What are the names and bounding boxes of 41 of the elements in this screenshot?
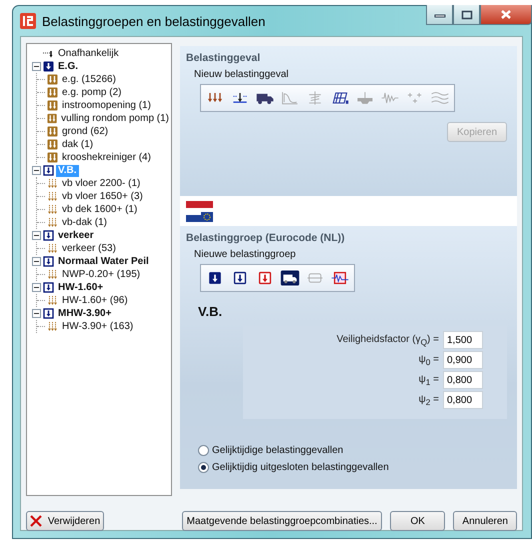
tree-item[interactable]: HW-1.60+ bbox=[56, 282, 106, 294]
dialog-button[interactable]: Maatgevende belastinggroepcombinaties... bbox=[182, 511, 382, 531]
tree-item[interactable]: Normaal Water Peil bbox=[56, 256, 151, 268]
tree-item[interactable]: instroomopening (1) bbox=[60, 100, 153, 112]
tree-item[interactable]: e.g. pomp (2) bbox=[60, 86, 124, 98]
section-title: Belastinggeval bbox=[186, 52, 262, 64]
tree-item[interactable]: vb vloer 2200- (1) bbox=[60, 178, 142, 190]
tree-item[interactable]: e.g. (15266) bbox=[60, 74, 118, 86]
factor-field[interactable]: 0,800 bbox=[443, 371, 483, 389]
factor-field[interactable]: 0,800 bbox=[443, 391, 483, 409]
factor-field[interactable]: 0,900 bbox=[443, 351, 483, 369]
tree-item[interactable]: HW-1.60+ (96) bbox=[60, 294, 130, 306]
tree-item[interactable]: NWP-0.20+ (195) bbox=[60, 268, 142, 280]
tree-item[interactable]: vb-dak (1) bbox=[60, 216, 110, 228]
factor-field[interactable]: 1,500 bbox=[443, 331, 483, 349]
tree-item[interactable]: verkeer (53) bbox=[60, 242, 118, 254]
tree-item[interactable]: HW-3.90+ (163) bbox=[60, 320, 136, 332]
group-name: V.B. bbox=[198, 304, 224, 319]
tree-item[interactable]: vb dek 1600+ (1) bbox=[60, 204, 140, 216]
section-title: Belastinggroep (Eurocode (NL)) bbox=[186, 232, 346, 244]
tree-item[interactable]: E.G. bbox=[56, 60, 80, 72]
window-title: Belastinggroepen en belastinggevallen bbox=[42, 14, 266, 28]
delete-button[interactable]: Verwijderen bbox=[26, 511, 104, 531]
radio-label: Gelijktijdig uitgesloten belastinggevallen bbox=[212, 462, 389, 473]
tree-item[interactable]: grond (62) bbox=[60, 126, 110, 138]
factor-label: ψ$_{2}$ = bbox=[418, 394, 439, 406]
dialog-button[interactable]: OK bbox=[390, 511, 446, 531]
tree-item[interactable]: verkeer bbox=[56, 230, 96, 242]
tree-item[interactable]: MHW-3.90+ bbox=[56, 308, 114, 320]
dialog-button[interactable]: Annuleren bbox=[453, 511, 517, 531]
tree-item[interactable]: Onafhankelijk bbox=[56, 48, 121, 60]
factor-label: ψ$_{0}$ = bbox=[418, 354, 439, 366]
tree-item[interactable]: vulling rondom pomp (1) bbox=[59, 112, 171, 124]
tree-item[interactable]: vb vloer 1650+ (3) bbox=[60, 190, 145, 202]
toolbar-label: Nieuw belastinggeval bbox=[194, 69, 290, 80]
toolbar-label: Nieuwe belastinggroep bbox=[194, 249, 297, 260]
factor-label: ψ$_{1}$ = bbox=[418, 374, 439, 386]
radio-label: Gelijktijdige belastinggevallen bbox=[212, 445, 344, 456]
factor-label: Veiligheidsfactor (γ$_{Q}$) = bbox=[336, 334, 439, 346]
tree-item[interactable]: krooshekreiniger (4) bbox=[60, 152, 153, 164]
tree-item[interactable]: dak (1) bbox=[60, 138, 96, 150]
